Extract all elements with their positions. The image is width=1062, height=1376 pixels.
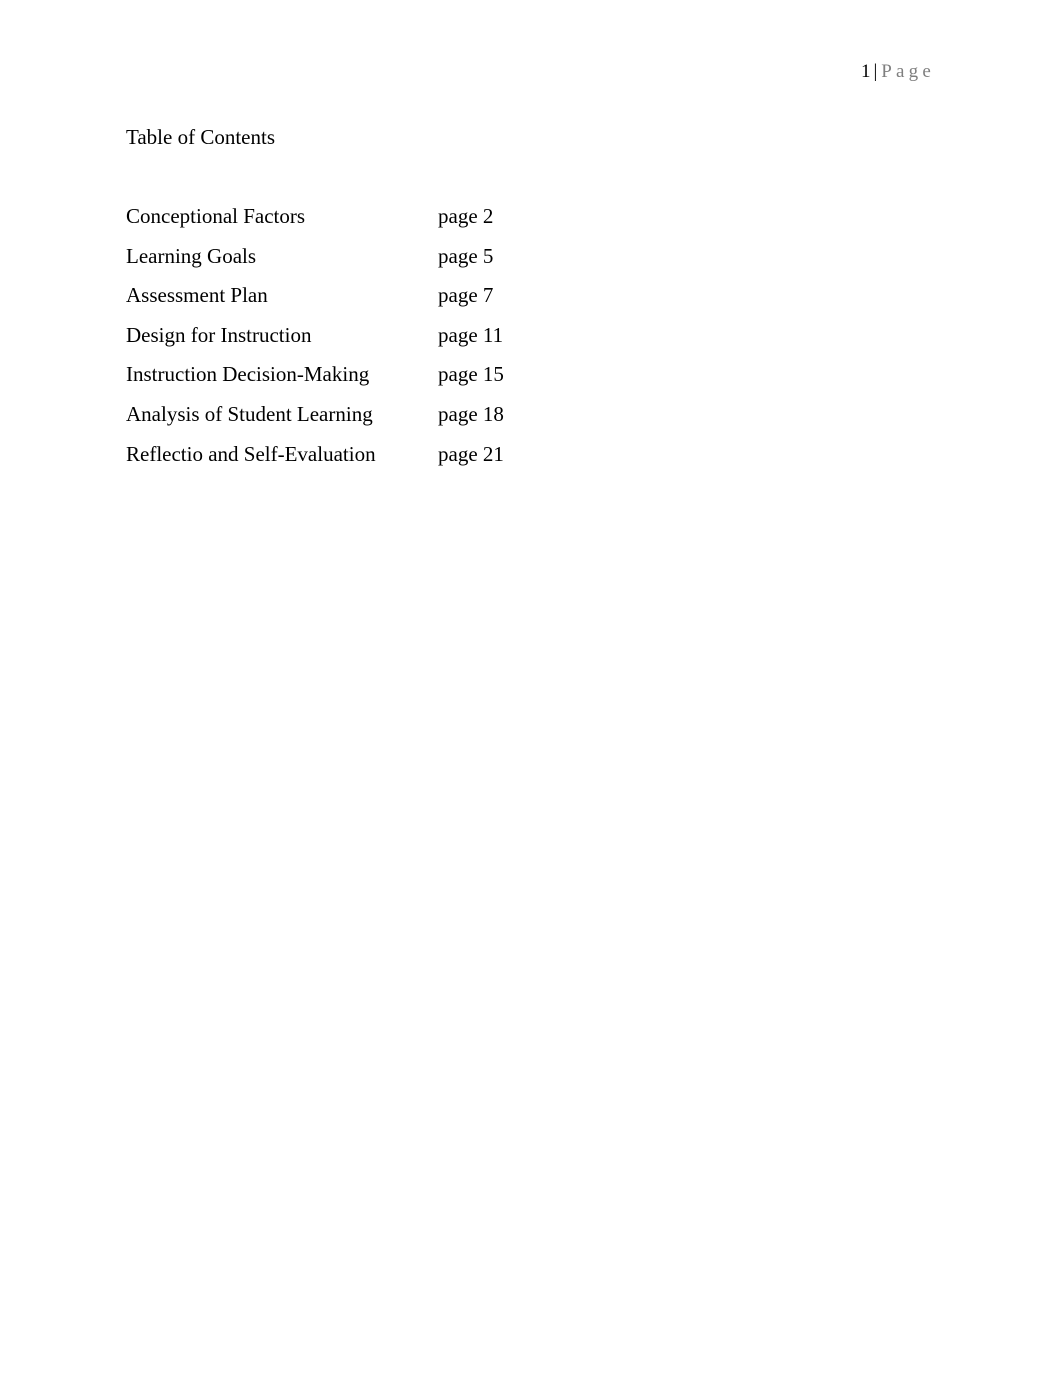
toc-entry-page: page 2	[438, 204, 494, 228]
page-header: 1 | Page	[861, 61, 935, 83]
page-word: Page	[881, 61, 935, 82]
toc-entry-label: Assessment Plan	[126, 283, 268, 308]
toc-entry-page: page 7	[438, 283, 494, 308]
header-separator: |	[873, 61, 878, 82]
toc-entry-page: page 11	[438, 322, 504, 347]
toc-entry-page: page 21	[438, 441, 504, 466]
toc-entry-label: Analysis of Student Learning	[126, 401, 373, 426]
toc-entry-label: Conceptional Factors	[126, 204, 306, 228]
toc-entry-page: page 18	[438, 401, 504, 426]
toc-entry-label: Reflectio and Self-Evaluation	[126, 441, 376, 466]
toc-title: Table of Contents	[126, 125, 275, 149]
toc-entry-page: page 5	[438, 243, 494, 268]
page-number: 1	[860, 61, 871, 82]
toc-entry-page: page 15	[438, 362, 504, 387]
toc-entry-label: Design for Instruction	[126, 322, 312, 347]
toc-entry-label: Learning Goals	[126, 243, 257, 268]
toc-entry-label: Instruction Decision-Making	[126, 362, 370, 387]
